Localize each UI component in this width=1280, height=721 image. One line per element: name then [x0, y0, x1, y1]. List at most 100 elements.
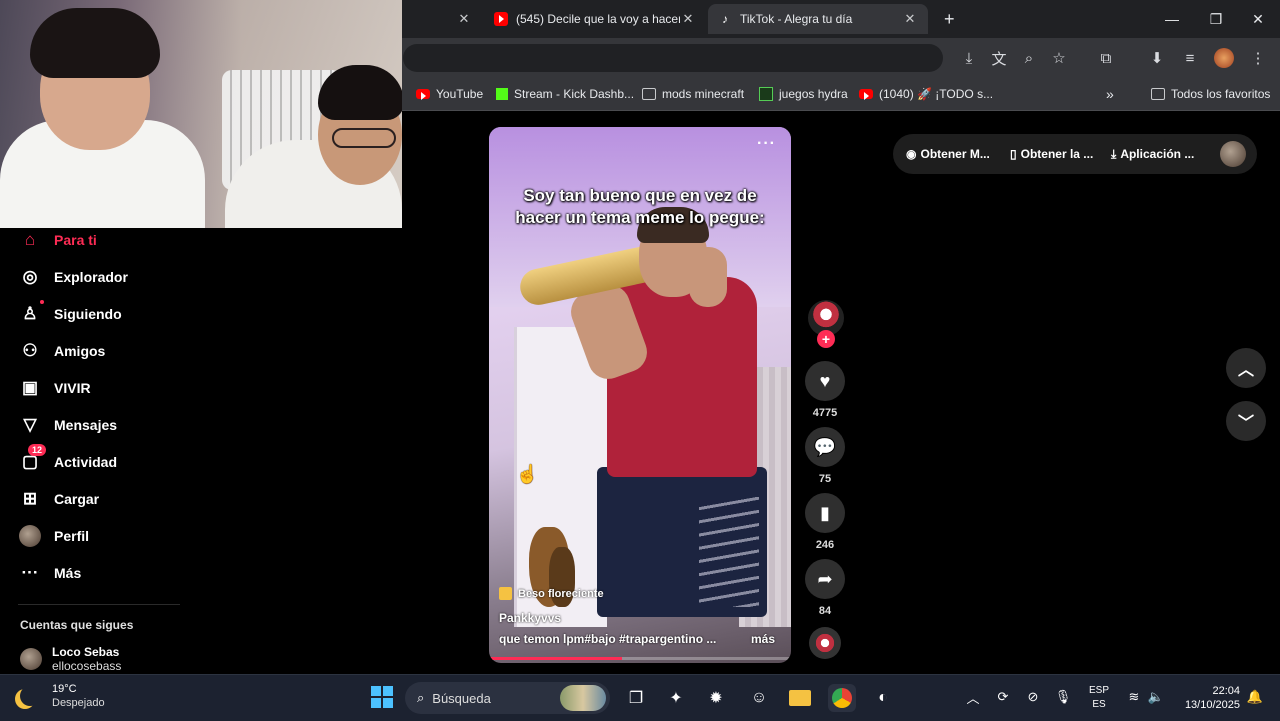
bookmark-youtube[interactable]: YouTube: [416, 85, 483, 103]
tab-label: TikTok - Alegra tu día: [740, 12, 853, 26]
zoom-icon[interactable]: ⌕: [1017, 46, 1041, 70]
tab-hidden[interactable]: ✕: [402, 4, 482, 34]
game-app-icon[interactable]: ✹: [702, 684, 730, 712]
video-more-link[interactable]: más: [751, 632, 775, 646]
bookmarks-overflow-button[interactable]: »: [1106, 85, 1114, 103]
video-author[interactable]: Pankkyvvs: [499, 611, 561, 625]
sidebar-item-label: Más: [54, 565, 82, 581]
extensions-icon[interactable]: ⧉: [1094, 46, 1118, 70]
restore-button[interactable]: ❐: [1194, 0, 1238, 38]
home-icon: ⌂: [24, 230, 36, 249]
sidebar-item-label: Explorador: [54, 269, 128, 285]
file-explorer-icon[interactable]: [786, 684, 814, 712]
sidebar-item-mas[interactable]: ··· Más: [18, 558, 82, 588]
desktop-app-button[interactable]: ⤓ Aplicación ...: [1111, 144, 1194, 164]
tab-youtube[interactable]: (545) Decile que la voy a hacer ✕: [484, 4, 706, 34]
bookmark-kick[interactable]: Stream - Kick Dashb...: [496, 85, 634, 103]
following-account[interactable]: Loco Sebas ellocosebass: [20, 645, 121, 673]
video-caption: Soy tan bueno que en vez de hacer un tem…: [515, 186, 765, 227]
chip-label: Obtener la ...: [1020, 147, 1094, 161]
sidebar-item-label: Amigos: [54, 343, 106, 359]
media-control-icon[interactable]: ≡: [1178, 46, 1202, 70]
sidebar-item-label: Cargar: [54, 491, 100, 507]
sidebar-item-explorador[interactable]: ◎ Explorador: [18, 262, 128, 292]
wifi-icon[interactable]: ≋: [1123, 686, 1145, 708]
video-player[interactable]: Soy tan bueno que en vez de hacer un tem…: [489, 127, 791, 663]
next-video-button[interactable]: ﹀: [1226, 401, 1266, 441]
sync-icon[interactable]: ⟳: [992, 686, 1014, 708]
bookmark-youtube-2[interactable]: (1040) 🚀 ¡TODO s...: [859, 85, 993, 103]
discord-icon[interactable]: ☺: [745, 684, 773, 712]
sidebar-item-label: Siguiendo: [54, 306, 122, 322]
video-effect[interactable]: Beso floreciente: [499, 587, 604, 600]
task-view-icon[interactable]: ❐: [622, 684, 650, 712]
downloads-icon[interactable]: ⬇: [1145, 46, 1169, 70]
notification-center-icon[interactable]: 🔔: [1244, 686, 1266, 708]
obs-icon[interactable]: ◐: [869, 684, 897, 712]
volume-icon[interactable]: 🔈: [1145, 686, 1167, 708]
effect-icon: [499, 587, 512, 600]
user-avatar[interactable]: [1220, 141, 1246, 167]
previous-video-button[interactable]: ︿: [1226, 348, 1266, 388]
download-icon: ⤓: [1111, 146, 1117, 161]
sidebar-item-siguiendo[interactable]: ♙ Siguiendo: [18, 299, 122, 329]
minimize-button[interactable]: —: [1150, 0, 1194, 38]
music-disc-icon[interactable]: [809, 627, 841, 659]
bookmark-label: Stream - Kick Dashb...: [514, 87, 635, 101]
copilot-icon[interactable]: ✦: [662, 684, 690, 712]
microphone-icon[interactable]: 🎙: [1052, 686, 1074, 708]
notifications-muted-icon[interactable]: ⊘: [1022, 686, 1044, 708]
sidebar-item-perfil[interactable]: Perfil: [18, 521, 89, 551]
close-window-button[interactable]: ✕: [1236, 0, 1280, 38]
like-count: 4775: [812, 407, 838, 419]
weather-widget[interactable]: 19°C Despejado: [16, 682, 105, 710]
language-code: ESP: [1088, 685, 1109, 696]
new-tab-button[interactable]: +: [934, 4, 962, 34]
chrome-icon[interactable]: [828, 684, 856, 712]
address-bar[interactable]: [403, 44, 943, 72]
phone-icon: ▯: [1010, 147, 1017, 161]
save-button[interactable]: ▮: [805, 493, 845, 533]
close-tab-icon[interactable]: ✕: [680, 11, 696, 27]
sidebar-item-para-ti[interactable]: ⌂ Para ti: [18, 225, 97, 255]
sidebar-item-vivir[interactable]: ▣ VIVIR: [18, 373, 91, 403]
install-app-icon[interactable]: ⤓: [957, 46, 981, 70]
follow-button[interactable]: +: [817, 330, 835, 348]
bookmark-star-icon[interactable]: ☆: [1047, 46, 1071, 70]
webcam-overlay: [0, 0, 402, 228]
menu-icon[interactable]: ⋮: [1246, 46, 1270, 70]
sidebar-item-actividad[interactable]: ▢ 12 Actividad: [18, 444, 117, 477]
system-clock[interactable]: 22:04 13/10/2025: [1176, 684, 1240, 712]
webcam-person-right-hair: [318, 65, 402, 120]
upload-icon: ⊞: [22, 489, 38, 508]
tiktok-icon: ♪: [722, 12, 728, 26]
tray-overflow-icon[interactable]: ︿: [962, 686, 984, 708]
profile-avatar[interactable]: [1212, 46, 1236, 70]
sidebar-item-label: Mensajes: [54, 417, 118, 433]
sidebar-item-amigos[interactable]: ⚇ Amigos: [18, 336, 105, 366]
tab-tiktok[interactable]: ♪ TikTok - Alegra tu día ✕: [708, 4, 928, 34]
sidebar-item-label: Perfil: [54, 528, 90, 544]
get-coins-button[interactable]: ◉ Obtener M...: [906, 144, 990, 164]
webcam-person-left-hair: [30, 8, 160, 78]
sidebar-item-cargar[interactable]: ⊞ Cargar: [18, 484, 99, 514]
close-tab-icon[interactable]: ✕: [456, 11, 472, 27]
all-favorites-folder[interactable]: Todos los favoritos: [1151, 85, 1270, 103]
weather-description: Despejado: [52, 697, 105, 709]
sidebar-item-mensajes[interactable]: ▽ Mensajes: [18, 410, 117, 440]
start-button[interactable]: [371, 686, 393, 708]
language-indicator[interactable]: ESP ES: [1087, 684, 1111, 712]
get-app-button[interactable]: ▯ Obtener la ...: [1010, 144, 1093, 164]
bookmark-hydra[interactable]: juegos hydra: [759, 85, 848, 103]
video-menu-button[interactable]: ···: [757, 135, 776, 153]
youtube-icon: [494, 12, 508, 26]
close-tab-icon[interactable]: ✕: [902, 11, 918, 27]
taskbar-search[interactable]: ⌕ Búsqueda: [405, 682, 610, 714]
translate-icon[interactable]: 文: [987, 46, 1011, 70]
bookmark-folder-mods[interactable]: mods minecraft: [642, 85, 744, 103]
comment-button[interactable]: 💬: [805, 427, 845, 467]
chevron-down-icon: ﹀: [1237, 415, 1254, 432]
folder-icon: [642, 88, 656, 100]
share-button[interactable]: ➦: [805, 559, 845, 599]
like-button[interactable]: ♥: [805, 361, 845, 401]
